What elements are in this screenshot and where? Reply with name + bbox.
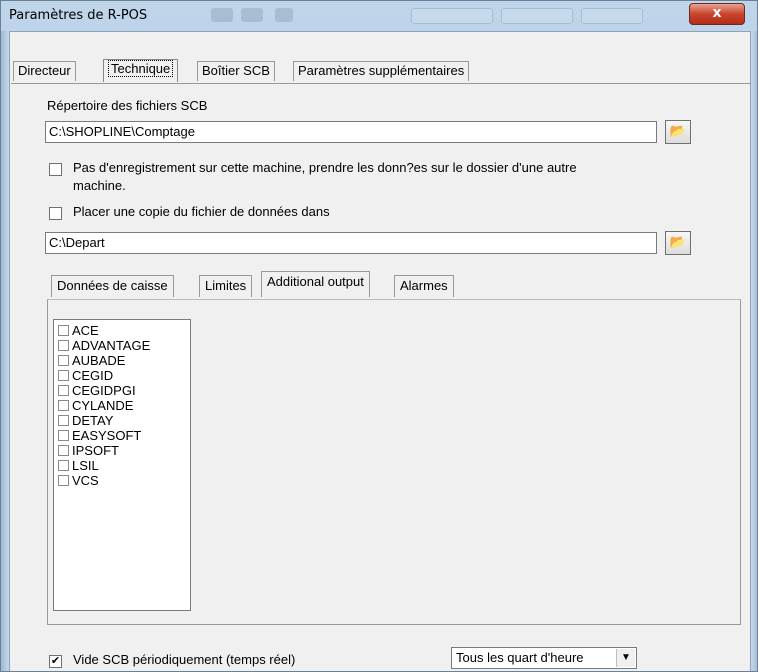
dialog-window: Paramètres de R-POS x Directeur Techniqu…	[0, 0, 758, 672]
scb-directory-input[interactable]: C:\SHOPLINE\Comptage	[45, 121, 657, 143]
additional-output-list[interactable]: ACE ADVANTAGE AUBADE CEGID CEGIDPGI CYLA…	[53, 319, 191, 611]
no-record-checkbox[interactable]	[49, 163, 62, 176]
item-checkbox[interactable]	[58, 385, 69, 396]
no-record-label: Pas d'enregistrement sur cette machine, …	[73, 160, 577, 175]
folder-icon: 📂	[669, 234, 687, 249]
list-item[interactable]: CEGIDPGI	[58, 384, 136, 398]
item-checkbox[interactable]	[58, 460, 69, 471]
list-item[interactable]: LSIL	[58, 459, 99, 473]
blurred-background-toolbar	[201, 6, 661, 26]
list-item[interactable]: CEGID	[58, 369, 113, 383]
item-checkbox[interactable]	[58, 370, 69, 381]
subtab-alarmes[interactable]: Alarmes	[394, 275, 454, 297]
list-item[interactable]: EASYSOFT	[58, 429, 141, 443]
tab-directeur[interactable]: Directeur	[13, 61, 76, 81]
item-label: CYLANDE	[72, 398, 134, 413]
subtab-label: Additional output	[267, 274, 364, 289]
subtab-limites[interactable]: Limites	[199, 275, 253, 297]
copy-directory-input[interactable]: C:\Depart	[45, 232, 657, 254]
title-bar: Paramètres de R-POS x	[1, 1, 757, 31]
no-record-label-continued: machine.	[73, 178, 126, 193]
item-label: CEGID	[72, 368, 114, 383]
copy-checkbox[interactable]	[49, 207, 62, 220]
item-label: CEGIDPGI	[72, 383, 136, 398]
list-item[interactable]: ADVANTAGE	[58, 339, 150, 353]
item-label: DETAY	[72, 413, 114, 428]
item-label: LSIL	[72, 458, 99, 473]
subtab-label: Alarmes	[400, 278, 448, 293]
list-item[interactable]: VCS	[58, 474, 99, 488]
item-checkbox[interactable]	[58, 475, 69, 486]
empty-scb-label: Vide SCB périodiquement (temps réel)	[73, 652, 296, 667]
item-checkbox[interactable]	[58, 340, 69, 351]
item-label: ACE	[72, 323, 99, 338]
folder-icon: 📂	[669, 123, 687, 138]
subtab-additional-output[interactable]: Additional output	[261, 271, 370, 297]
item-checkbox[interactable]	[58, 400, 69, 411]
copy-label: Placer une copie du fichier de données d…	[73, 204, 330, 219]
list-item[interactable]: CYLANDE	[58, 399, 133, 413]
tab-label: Boîtier SCB	[202, 63, 270, 78]
subtab-label: Données de caisse	[57, 278, 168, 293]
chevron-down-icon[interactable]: ▼	[616, 649, 635, 667]
item-checkbox[interactable]	[58, 355, 69, 366]
list-item[interactable]: IPSOFT	[58, 444, 119, 458]
item-label: IPSOFT	[72, 443, 119, 458]
close-button[interactable]: x	[689, 3, 745, 25]
scb-directory-browse-button[interactable]: 📂	[665, 120, 691, 144]
close-icon: x	[712, 5, 722, 21]
item-label: AUBADE	[72, 353, 126, 368]
copy-directory-browse-button[interactable]: 📂	[665, 231, 691, 255]
item-checkbox[interactable]	[58, 430, 69, 441]
subtab-donnees-de-caisse[interactable]: Données de caisse	[51, 275, 174, 297]
item-checkbox[interactable]	[58, 445, 69, 456]
tab-label: Paramètres supplémentaires	[298, 63, 465, 78]
checkmark-icon: ✔	[50, 655, 61, 667]
window-title: Paramètres de R-POS	[9, 8, 148, 23]
period-select[interactable]: Tous les quart d'heure ▼	[451, 647, 637, 669]
scb-directory-label: Répertoire des fichiers SCB	[47, 98, 208, 113]
tab-label: Technique	[108, 60, 174, 77]
window-frame-right	[751, 31, 757, 671]
item-checkbox[interactable]	[58, 325, 69, 336]
tab-strip-border	[11, 83, 751, 84]
period-selected-value: Tous les quart d'heure	[456, 650, 584, 665]
window-frame-left	[1, 31, 9, 671]
item-checkbox[interactable]	[58, 415, 69, 426]
tab-parametres-supplementaires[interactable]: Paramètres supplémentaires	[293, 61, 470, 81]
tab-boitier-scb[interactable]: Boîtier SCB	[197, 61, 275, 81]
empty-scb-checkbox[interactable]: ✔	[49, 655, 62, 668]
dropdown-arrow: ▼	[621, 652, 631, 663]
subtab-label: Limites	[205, 278, 247, 293]
list-item[interactable]: AUBADE	[58, 354, 125, 368]
list-item[interactable]: ACE	[58, 324, 99, 338]
item-label: EASYSOFT	[72, 428, 142, 443]
item-label: VCS	[72, 473, 99, 488]
list-item[interactable]: DETAY	[58, 414, 113, 428]
item-label: ADVANTAGE	[72, 338, 151, 353]
tab-technique[interactable]: Technique	[103, 59, 179, 82]
tab-label: Directeur	[18, 63, 71, 78]
